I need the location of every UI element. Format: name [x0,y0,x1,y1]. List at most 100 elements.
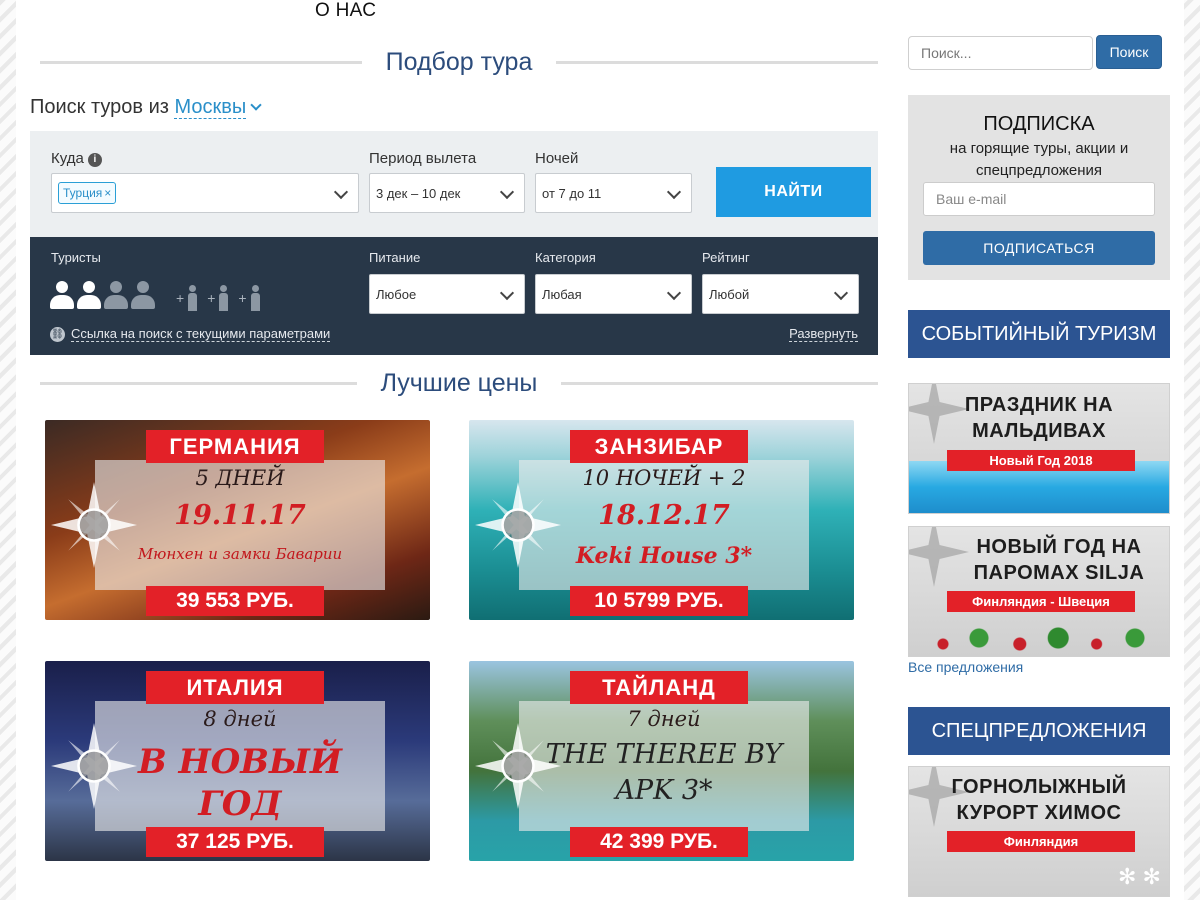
destination-tag: Турция × [58,182,117,204]
promo-date: 19.11.17 [174,500,306,531]
promo-title: ГЕРМАНИЯ [146,430,324,463]
category-label: Категория [535,250,596,265]
special-offers-header[interactable]: СПЕЦПРЕДЛОЖЕНИЯ [908,707,1170,755]
rating-value: Любой [709,286,750,302]
category-select[interactable]: Любая [535,274,692,314]
tag-remove-icon[interactable]: × [104,186,111,200]
subscribe-button[interactable]: ПОДПИСАТЬСЯ [923,231,1155,265]
banner-ribbon: Финляндия [947,831,1135,852]
promo-card-germany[interactable]: ГЕРМАНИЯ 5 ДНЕЙ 19.11.17 Мюнхен и замки … [45,420,430,620]
chevron-down-icon[interactable] [250,99,262,111]
where-label: Куда i [51,150,102,167]
link-icon: ⛓ [50,326,65,342]
banner-title: ПРАЗДНИК НА МАЛЬДИВАХ [964,394,1114,442]
chevron-down-icon [499,184,515,200]
add-child-button[interactable]: + [238,285,260,311]
snowflake-icon: ✻ ✻ [1118,864,1161,889]
subscribe-email-input[interactable] [923,182,1155,216]
best-prices-heading: Лучшие цены [40,366,878,400]
nights-select[interactable]: от 7 до 11 [535,173,692,213]
nav-about-link[interactable]: О НАС [315,0,376,22]
nights-label: Ночей [535,150,579,167]
adult-icon[interactable] [50,281,74,311]
divider [556,60,878,64]
promo-card-zanzibar[interactable]: ЗАНЗИБАР 10 НОЧЕЙ + 2 18.12.17 Keki Hous… [469,420,854,620]
christmas-garland-image [919,626,1159,656]
tourists-label: Туристы [51,250,101,265]
child-icon [187,285,198,311]
adult-icon[interactable] [77,281,101,311]
divider [40,60,362,64]
event-tourism-header[interactable]: СОБЫТИЙНЫЙ ТУРИЗМ [908,310,1170,358]
search-link-text[interactable]: Ссылка на поиск с текущими параметрами [71,326,331,342]
chevron-down-icon [666,285,682,301]
rating-select[interactable]: Любой [702,274,859,314]
search-filters: Туристы + + + Питание Любое Категория Лю… [30,237,878,355]
expand-link[interactable]: Развернуть [789,326,858,342]
promo-card-italy[interactable]: ИТАЛИЯ 8 дней В НОВЫЙ ГОД 37 125 РУБ. [45,661,430,861]
promo-description: Keki House 3* [575,543,753,569]
search-from: Поиск туров из Москвы [30,96,262,119]
nights-value: от 7 до 11 [542,185,602,201]
tourists-selector: + + + [50,281,260,311]
search-from-prefix: Поиск туров из [30,96,169,118]
promo-description: Мюнхен и замки Баварии [137,545,343,563]
promo-duration: 10 НОЧЕЙ + 2 [582,466,746,490]
child-icon [218,285,229,311]
banner-ribbon: Новый Год 2018 [947,450,1135,471]
tour-pick-title: Подбор тура [385,47,533,76]
site-search-input[interactable] [908,36,1093,70]
divider [40,381,357,385]
category-value: Любая [542,286,582,302]
best-prices-title: Лучшие цены [380,368,538,397]
banner-maldives[interactable]: ПРАЗДНИК НА МАЛЬДИВАХ Новый Год 2018 [908,383,1170,514]
child-icon [250,285,260,311]
site-search-button[interactable]: Поиск [1096,35,1162,69]
period-label: Период вылета [369,150,477,167]
where-label-text: Куда [51,150,84,167]
divider [561,381,878,385]
promo-duration: 5 ДНЕЙ [195,466,285,490]
promo-duration: 7 дней [627,707,701,731]
promo-title: ИТАЛИЯ [146,671,324,704]
subscribe-box: ПОДПИСКА на горящие туры, акции и спецпр… [908,95,1170,280]
banner-himos[interactable]: ГОРНОЛЫЖНЫЙ КУРОРТ ХИМОС Финляндия ✻ ✻ [908,766,1170,897]
promo-title: ТАЙЛАНД [570,671,748,704]
chevron-down-icon [499,285,515,301]
chevron-down-icon [333,184,349,200]
meal-label: Питание [369,250,421,265]
destination-select[interactable]: Турция × [51,173,359,213]
promo-card-thailand[interactable]: ТАЙЛАНД 7 дней THE THEREE BY APK 3* 42 3… [469,661,854,861]
rating-label: Рейтинг [702,250,750,265]
search-link[interactable]: ⛓ Ссылка на поиск с текущими параметрами [50,326,331,342]
find-button[interactable]: НАЙТИ [716,167,871,217]
all-offers-link[interactable]: Все предложения [908,659,1023,675]
promo-headline: В НОВЫЙ ГОД [137,742,343,824]
search-form: Куда i Турция × Период вылета 3 дек – 10 д… [30,131,878,237]
adult-icon[interactable] [104,281,128,311]
promo-hotel: THE THEREE BY APK 3* [545,739,783,806]
period-select[interactable]: 3 дек – 10 дек [369,173,525,213]
adult-icon[interactable] [131,281,155,311]
add-child-button[interactable]: + [207,285,229,311]
add-child-button[interactable]: + [176,285,198,311]
banner-ribbon: Финляндия - Швеция [947,591,1135,612]
promo-duration: 8 дней [203,707,277,731]
destination-tag-label: Турция [63,186,103,200]
meal-value: Любое [376,286,417,302]
promo-price: 37 125 РУБ. [146,827,324,857]
banner-silja[interactable]: НОВЫЙ ГОД НА ПАРОМАХ SILJA Финляндия - Ш… [908,526,1170,657]
meal-select[interactable]: Любое [369,274,525,314]
promo-price: 10 5799 РУБ. [570,586,748,616]
subscribe-title: ПОДПИСКА [983,113,1095,135]
subscribe-description: на горящие туры, акции и спецпредложения [949,140,1129,179]
page: О НАС Подбор тура Поиск туров из Москвы … [16,0,1184,900]
promo-price: 42 399 РУБ. [570,827,748,857]
departure-city-select[interactable]: Москвы [174,96,247,119]
info-icon[interactable]: i [87,153,102,167]
promo-price: 39 553 РУБ. [146,586,324,616]
chevron-down-icon [666,184,682,200]
period-value: 3 дек – 10 дек [376,185,461,201]
promo-date: 18.12.17 [598,500,730,531]
tour-pick-heading: Подбор тура [40,45,878,79]
